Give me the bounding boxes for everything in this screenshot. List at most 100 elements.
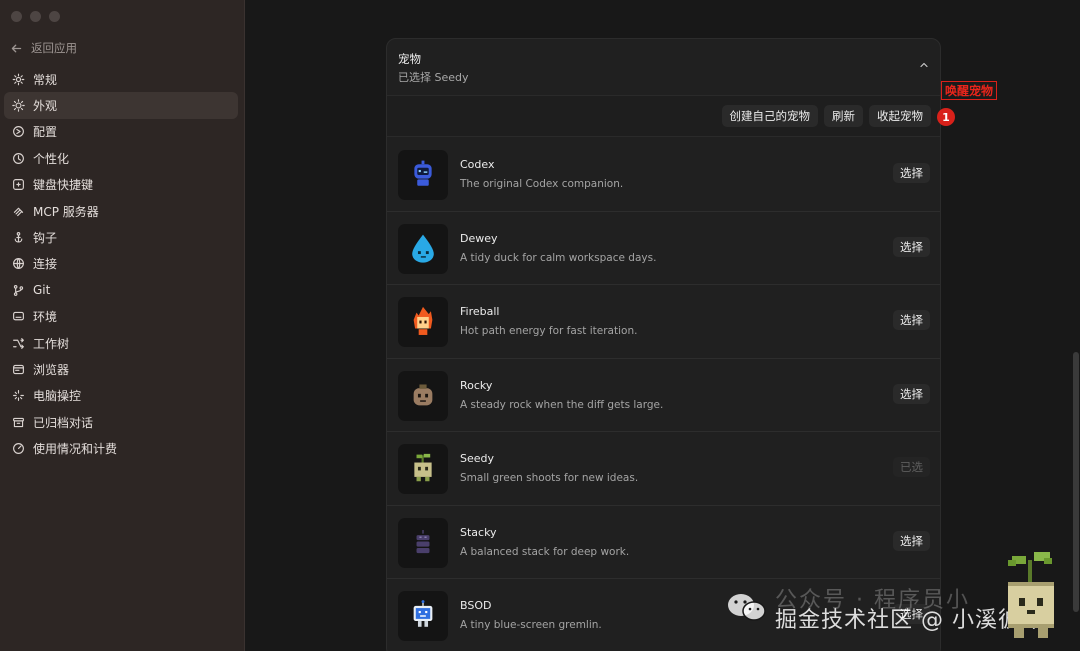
select-pet-button[interactable]: 选择 — [893, 163, 930, 183]
pet-description: A tidy duck for calm workspace days. — [460, 251, 657, 264]
sidebar-item-13[interactable]: 已归档对话 — [4, 409, 238, 435]
pet-description: Small green shoots for new ideas. — [460, 472, 639, 484]
hook-icon — [11, 231, 25, 245]
select-pet-button[interactable]: 选择 — [893, 236, 930, 257]
rocky-pet-icon — [398, 370, 448, 421]
sidebar-item-0[interactable]: 常规 — [4, 66, 238, 92]
dewey-pet-icon — [398, 223, 448, 274]
zoom-window-button[interactable] — [49, 11, 60, 22]
pet-name: Dewey — [460, 231, 498, 245]
codex-pet-icon — [398, 150, 448, 200]
pet-list: Codex The original Codex companion. 选择 Dewe… — [387, 138, 940, 651]
sidebar-item-label: 已归档对话 — [33, 415, 94, 430]
pet-name: Codex — [460, 158, 495, 171]
pet-description: A balanced stack for deep work. — [460, 545, 630, 558]
monitor-icon — [11, 310, 25, 324]
sidebar-item-label: 钩子 — [33, 231, 58, 246]
pet-row-fireball: Fireball Hot path energy for fast iterati… — [387, 285, 940, 359]
pets-section-header[interactable]: 宠物 已选择 Seedy — [387, 39, 940, 95]
sidebar-item-6[interactable]: 钩子 — [4, 224, 238, 250]
selected-indicator: 已选 — [893, 457, 930, 477]
worktree-icon — [11, 336, 25, 350]
back-label: 返回应用 — [31, 41, 77, 55]
sidebar-item-14[interactable]: 使用情况和计费 — [4, 435, 238, 461]
sidebar-item-label: 工作树 — [33, 336, 70, 351]
pet-description: Hot path energy for fast iteration. — [460, 325, 638, 337]
pet-row-codex: Codex The original Codex companion. 选择 — [387, 138, 940, 212]
sidebar-item-label: 常规 — [33, 72, 58, 87]
wechat-icon — [728, 594, 766, 621]
gauge-icon — [11, 442, 25, 456]
sidebar-item-label: 个性化 — [33, 151, 70, 166]
mcp-icon — [11, 204, 25, 218]
collapse-pets-button[interactable]: 收起宠物 — [869, 105, 931, 127]
refresh-button[interactable]: 刷新 — [824, 105, 863, 127]
keyboard-icon — [11, 178, 25, 192]
globe-icon — [11, 257, 25, 271]
annotation-label: 唤醒宠物 — [941, 81, 998, 100]
sidebar-item-4[interactable]: 键盘快捷键 — [4, 172, 238, 198]
sidebar-item-2[interactable]: 配置 — [4, 119, 238, 145]
sidebar-item-3[interactable]: 个性化 — [4, 145, 238, 171]
sidebar-item-label: 配置 — [33, 125, 58, 140]
git-branch-icon — [11, 283, 25, 297]
pets-toolbar: 创建自己的宠物 刷新 收起宠物 — [387, 95, 940, 137]
settings-nav: 常规外观配置个性化键盘快捷键 MCP 服务器 钩子连接 Git 环境工作树浏览器电脑操控… — [4, 66, 238, 462]
pet-name: Rocky — [460, 378, 493, 392]
select-pet-button[interactable]: 选择 — [893, 383, 930, 404]
gear-icon — [11, 72, 25, 86]
stacky-pet-icon — [398, 517, 448, 568]
pet-row-stacky: Stacky A balanced stack for deep work. 选择 — [387, 506, 940, 579]
annotation-badge: 1 — [937, 108, 955, 126]
sidebar-item-label: 键盘快捷键 — [33, 178, 94, 193]
pet-name: Fireball — [460, 305, 500, 318]
personalize-icon — [11, 151, 25, 165]
pet-description: The original Codex companion. — [460, 178, 624, 190]
sidebar-item-11[interactable]: 浏览器 — [4, 356, 238, 382]
section-title: 宠物 — [398, 52, 421, 66]
pet-name: BSOD — [460, 599, 492, 612]
pets-section: 宠物 已选择 Seedy 创建自己的宠物 刷新 收起宠物 Codex The or… — [386, 38, 941, 651]
seedy-mascot-icon[interactable] — [1000, 552, 1062, 642]
window-controls — [11, 11, 60, 22]
sun-icon — [11, 99, 25, 113]
sidebar-item-5[interactable]: MCP 服务器 — [4, 198, 238, 224]
pet-row-seedy: Seedy Small green shoots for new ideas. 已选 — [387, 432, 940, 506]
sidebar-item-1[interactable]: 外观 — [4, 92, 238, 119]
sidebar-item-8[interactable]: Git — [4, 277, 238, 303]
config-icon — [11, 125, 25, 139]
settings-sidebar: 返回应用 常规外观配置个性化键盘快捷键 MCP 服务器 钩子连接 Git 环境工作树浏览… — [0, 0, 245, 651]
archive-icon — [11, 415, 25, 429]
browser-icon — [11, 362, 25, 376]
close-window-button[interactable] — [11, 11, 22, 22]
seedy-pet-icon — [398, 444, 448, 494]
select-pet-button[interactable]: 选择 — [893, 310, 930, 330]
arrow-left-icon — [11, 44, 22, 52]
sparkle-icon — [11, 389, 25, 403]
scrollbar[interactable] — [1073, 352, 1079, 612]
create-pet-button[interactable]: 创建自己的宠物 — [721, 105, 818, 127]
sidebar-item-label: 电脑操控 — [33, 389, 82, 404]
sidebar-item-label: 浏览器 — [33, 362, 70, 377]
section-subtitle: 已选择 Seedy — [398, 71, 469, 84]
pet-description: A steady rock when the diff gets large. — [460, 398, 664, 411]
fireball-pet-icon — [398, 297, 448, 347]
minimize-window-button[interactable] — [30, 11, 41, 22]
sidebar-item-10[interactable]: 工作树 — [4, 330, 238, 356]
sidebar-item-label: MCP 服务器 — [33, 204, 99, 219]
sidebar-item-9[interactable]: 环境 — [4, 304, 238, 330]
sidebar-item-7[interactable]: 连接 — [4, 251, 238, 277]
pet-name: Stacky — [460, 525, 497, 539]
sidebar-item-label: 连接 — [33, 257, 58, 272]
sidebar-item-label: 环境 — [33, 310, 58, 325]
chevron-up-icon[interactable] — [918, 59, 930, 71]
pet-row-dewey: Dewey A tidy duck for calm workspace days… — [387, 212, 940, 285]
select-pet-button[interactable]: 选择 — [893, 530, 930, 551]
sidebar-item-label: 外观 — [33, 99, 58, 114]
pet-description: A tiny blue-screen gremlin. — [460, 619, 602, 631]
bsod-pet-icon — [398, 591, 448, 641]
pet-row-rocky: Rocky A steady rock when the diff gets la… — [387, 359, 940, 432]
back-to-app-link[interactable]: 返回应用 — [10, 38, 77, 58]
sidebar-item-label: 使用情况和计费 — [33, 442, 118, 457]
sidebar-item-12[interactable]: 电脑操控 — [4, 383, 238, 409]
